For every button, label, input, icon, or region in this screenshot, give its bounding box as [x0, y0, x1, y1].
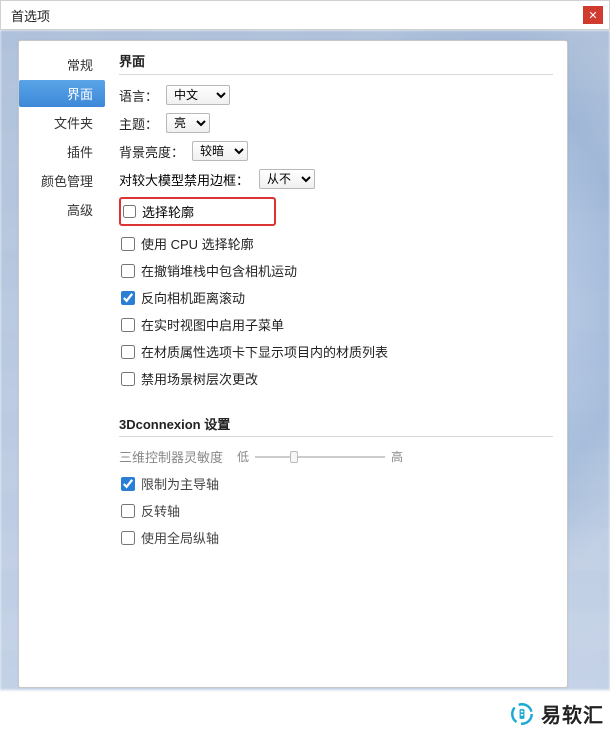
large-model-label: 对较大模型禁用边框：: [119, 170, 249, 189]
checkbox-label-reverse-axis: 反转轴: [141, 501, 180, 520]
large-model-row: 对较大模型禁用边框： 从不: [119, 169, 553, 189]
window-titlebar: 首选项 ✕: [0, 0, 610, 30]
check-row-undo-camera: 在撤销堆栈中包含相机运动: [119, 261, 553, 280]
sensitivity-high-label: 高: [391, 448, 403, 465]
check-row-reverse-axis: 反转轴: [119, 501, 553, 520]
language-label: 语言：: [119, 86, 158, 105]
slider-handle[interactable]: [290, 451, 298, 463]
watermark-text: 易软汇: [541, 699, 604, 728]
checkbox-label-selection-outline: 选择轮廓: [142, 202, 194, 221]
section-interface-title: 界面: [119, 51, 553, 70]
checkbox-global-vertical[interactable]: [121, 531, 135, 545]
sidebar-item-plugins[interactable]: 插件: [19, 138, 105, 165]
large-model-select[interactable]: 从不: [259, 169, 315, 189]
checkbox-label-realtime-submenu: 在实时视图中启用子菜单: [141, 315, 284, 334]
checkbox-reverse-scroll[interactable]: [121, 291, 135, 305]
sidebar: 常规 界面 文件夹 插件 颜色管理 高级: [19, 41, 105, 687]
section-3dconnexion-title: 3Dconnexion 设置: [119, 414, 553, 433]
sidebar-item-advanced[interactable]: 高级: [19, 196, 105, 223]
sensitivity-label: 三维控制器灵敏度: [119, 447, 223, 466]
check-row-cpu-selection: 使用 CPU 选择轮廓: [119, 234, 553, 253]
sensitivity-slider[interactable]: [255, 456, 385, 458]
watermark: 易软汇: [509, 699, 604, 728]
bg-brightness-label: 背景亮度：: [119, 142, 184, 161]
language-select[interactable]: 中文: [166, 85, 230, 105]
preferences-dialog: 常规 界面 文件夹 插件 颜色管理 高级 界面 语言： 中文 主题： 亮 背景亮…: [18, 40, 568, 688]
checkbox-undo-camera[interactable]: [121, 264, 135, 278]
checkbox-disable-hierarchy[interactable]: [121, 372, 135, 386]
check-row-global-vertical: 使用全局纵轴: [119, 528, 553, 547]
check-row-dominant-axis: 限制为主导轴: [119, 474, 553, 493]
checkbox-label-disable-hierarchy: 禁用场景树层次更改: [141, 369, 258, 388]
sidebar-item-general[interactable]: 常规: [19, 51, 105, 78]
sensitivity-low-label: 低: [237, 448, 249, 465]
checkbox-label-undo-camera: 在撤销堆栈中包含相机运动: [141, 261, 297, 280]
theme-label: 主题：: [119, 114, 158, 133]
close-icon: ✕: [588, 9, 597, 22]
sidebar-item-color-management[interactable]: 颜色管理: [19, 167, 105, 194]
sidebar-item-interface[interactable]: 界面: [19, 80, 105, 107]
checkbox-label-dominant-axis: 限制为主导轴: [141, 474, 219, 493]
check-row-reverse-scroll: 反向相机距离滚动: [119, 288, 553, 307]
main-panel: 界面 语言： 中文 主题： 亮 背景亮度： 较暗 对较大模型禁用边框： 从不: [105, 41, 567, 687]
check-row-disable-hierarchy: 禁用场景树层次更改: [119, 369, 553, 388]
bg-brightness-row: 背景亮度： 较暗: [119, 141, 553, 161]
sidebar-item-folders[interactable]: 文件夹: [19, 109, 105, 136]
divider: [119, 74, 553, 75]
bg-brightness-select[interactable]: 较暗: [192, 141, 248, 161]
checkbox-realtime-submenu[interactable]: [121, 318, 135, 332]
checkbox-cpu-selection[interactable]: [121, 237, 135, 251]
checkbox-label-reverse-scroll: 反向相机距离滚动: [141, 288, 245, 307]
checkbox-label-global-vertical: 使用全局纵轴: [141, 528, 219, 547]
close-button[interactable]: ✕: [583, 6, 603, 24]
checkbox-reverse-axis[interactable]: [121, 504, 135, 518]
checkbox-selection-outline[interactable]: [123, 205, 136, 218]
divider-2: [119, 436, 553, 437]
language-row: 语言： 中文: [119, 85, 553, 105]
check-row-material-list: 在材质属性选项卡下显示项目内的材质列表: [119, 342, 553, 361]
sensitivity-row: 三维控制器灵敏度 低 高: [119, 447, 553, 466]
watermark-logo-icon: [509, 701, 535, 727]
theme-row: 主题： 亮: [119, 113, 553, 133]
checkbox-label-material-list: 在材质属性选项卡下显示项目内的材质列表: [141, 342, 388, 361]
checkbox-label-cpu-selection: 使用 CPU 选择轮廓: [141, 234, 254, 253]
checkbox-dominant-axis[interactable]: [121, 477, 135, 491]
theme-select[interactable]: 亮: [166, 113, 210, 133]
check-row-realtime-submenu: 在实时视图中启用子菜单: [119, 315, 553, 334]
highlighted-checkbox-selection-outline: 选择轮廓: [119, 197, 276, 226]
window-title: 首选项: [11, 6, 50, 25]
checkbox-material-list[interactable]: [121, 345, 135, 359]
